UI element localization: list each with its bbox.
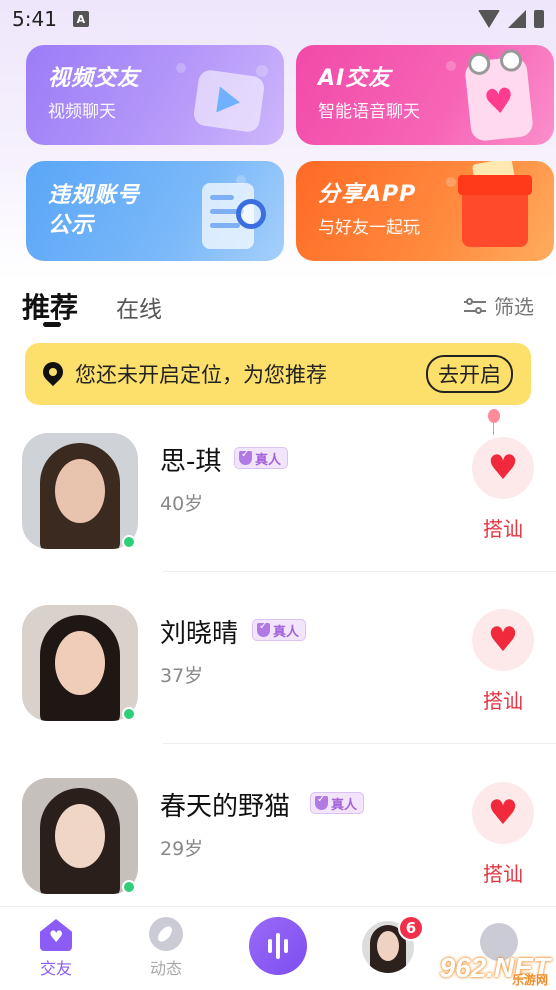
- wifi-icon: [478, 10, 500, 28]
- shield-check-icon: [315, 794, 328, 810]
- battery-icon: [534, 10, 544, 28]
- share-app-card[interactable]: 分享APP 与好友一起玩: [296, 161, 554, 261]
- status-bar: 5:41 A: [0, 0, 556, 38]
- status-time: 5:41: [12, 7, 57, 31]
- filter-button[interactable]: 筛选: [464, 291, 534, 320]
- compass-icon: [149, 917, 183, 951]
- greet-label[interactable]: 搭讪: [470, 513, 536, 542]
- document-search-icon: [202, 183, 266, 249]
- user-age: 40岁: [160, 493, 204, 515]
- doc-line: [210, 223, 240, 228]
- greet-button[interactable]: ♥: [472, 437, 534, 499]
- list-tabs: 推荐 在线 筛选: [0, 278, 556, 334]
- unread-badge: 6: [398, 915, 424, 941]
- heart-icon: ♥: [487, 448, 519, 488]
- avatar-face: [55, 459, 105, 523]
- robot-eye-icon: [467, 51, 492, 76]
- robot-eye-icon: [498, 48, 524, 73]
- avatar-face: [55, 631, 105, 695]
- location-banner: 您还未开启定位，为您推荐 去开启: [25, 343, 531, 405]
- violation-accounts-card[interactable]: 违规账号 公示: [26, 161, 284, 261]
- verified-badge: 真人: [310, 792, 365, 814]
- gift-lid: [458, 175, 532, 195]
- location-pin-icon: [43, 362, 63, 386]
- online-status-dot: [122, 880, 136, 894]
- balloon-icon: [488, 409, 500, 435]
- shield-check-icon: [257, 621, 270, 637]
- ai-dating-card[interactable]: AI交友 智能语音聊天 ♥: [296, 45, 554, 145]
- online-status-dot: [122, 535, 136, 549]
- location-message: 您还未开启定位，为您推荐: [75, 363, 327, 387]
- verified-badge: 真人: [234, 447, 289, 469]
- filter-sliders-icon: [464, 297, 486, 315]
- verified-label: 真人: [331, 797, 358, 813]
- gift-box-icon: [458, 161, 532, 247]
- divider: [163, 743, 556, 744]
- video-dating-card[interactable]: 视频交友 视频聊天: [26, 45, 284, 145]
- heart-icon: ♥: [487, 793, 519, 833]
- tab-active-indicator: [43, 322, 61, 327]
- divider: [163, 571, 556, 572]
- avatar-face: [377, 931, 399, 961]
- verified-label: 真人: [255, 452, 282, 468]
- verified-label: 真人: [273, 624, 300, 640]
- magnifier-icon: [236, 199, 266, 229]
- nav-dynamic-label: 动态: [149, 959, 182, 978]
- nav-home[interactable]: 交友: [16, 917, 96, 979]
- greet-label[interactable]: 搭讪: [470, 858, 536, 887]
- signal-icon: [508, 10, 526, 28]
- shield-check-icon: [239, 449, 252, 465]
- user-row[interactable]: 思-琪 真人 40岁 ♥ 搭讪: [0, 409, 556, 591]
- user-row[interactable]: 刘晓晴 真人 37岁 ♥ 搭讪: [0, 591, 556, 763]
- card-sparkle: [446, 177, 456, 187]
- robot-phone-icon: ♥: [463, 48, 535, 143]
- nav-dynamic[interactable]: 动态: [126, 917, 206, 979]
- notification-a-icon: A: [72, 11, 89, 27]
- nav-home-label: 交友: [39, 959, 72, 978]
- avatar[interactable]: [22, 778, 138, 894]
- verified-badge: 真人: [252, 619, 307, 641]
- avatar-face: [55, 804, 105, 868]
- avatar[interactable]: [22, 433, 138, 549]
- tab-recommend[interactable]: 推荐: [22, 286, 78, 326]
- user-name: 思-琪: [160, 447, 222, 477]
- avatar[interactable]: [22, 605, 138, 721]
- card-sparkle: [176, 63, 186, 73]
- sound-wave-icon: [276, 933, 280, 959]
- bottom-nav: 交友 动态 6 962.NET 乐游网: [0, 906, 556, 990]
- user-name: 刘晓晴: [160, 619, 239, 649]
- online-status-dot: [122, 707, 136, 721]
- filter-label: 筛选: [494, 295, 534, 319]
- home-heart-icon: [37, 917, 75, 951]
- voice-match-button[interactable]: [249, 917, 307, 975]
- user-age: 37岁: [160, 665, 204, 687]
- tab-online[interactable]: 在线: [116, 290, 162, 324]
- enable-location-button[interactable]: 去开启: [426, 355, 513, 393]
- sound-wave-icon: [284, 939, 288, 953]
- greet-button[interactable]: ♥: [472, 609, 534, 671]
- greet-label[interactable]: 搭讪: [470, 685, 536, 714]
- sound-wave-icon: [268, 939, 272, 953]
- user-name: 春天的野猫: [160, 792, 291, 822]
- user-age: 29岁: [160, 838, 204, 860]
- heart-icon: ♥: [482, 80, 517, 124]
- card-sparkle: [446, 61, 456, 71]
- heart-icon: ♥: [487, 620, 519, 660]
- greet-button[interactable]: ♥: [472, 782, 534, 844]
- card-sparkle: [256, 65, 268, 77]
- video-play-icon: [192, 68, 266, 134]
- watermark-sub: 乐游网: [511, 973, 548, 987]
- doc-line: [210, 195, 234, 200]
